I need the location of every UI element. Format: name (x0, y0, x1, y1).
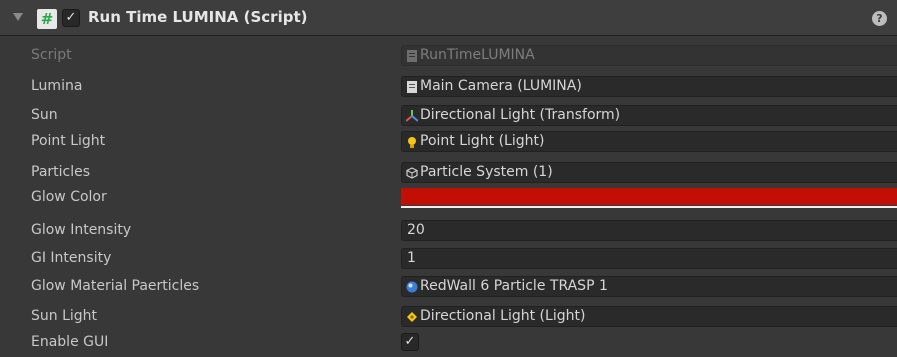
particles-value: Particle System (1) (420, 164, 553, 180)
script-asset-icon (406, 81, 418, 93)
directional-light-icon (406, 311, 418, 323)
field-row-particles: Particles Particle System (1) (0, 162, 897, 184)
glow-intensity-value: 20 (407, 222, 425, 238)
glow-material-value: RedWall 6 Particle TRASP 1 (420, 278, 608, 294)
script-icon: # (37, 9, 57, 29)
field-label-enable-gui: Enable GUI (31, 334, 109, 350)
particle-system-icon (406, 167, 418, 179)
enable-gui-checkbox[interactable]: ✓ (401, 333, 419, 351)
field-row-sun: Sun Directional Light (Transform) (0, 105, 897, 127)
help-icon[interactable]: ? (872, 11, 887, 26)
gi-intensity-value: 1 (407, 250, 416, 266)
particles-object-field[interactable]: Particle System (1) (401, 162, 897, 183)
sun-value: Directional Light (Transform) (420, 107, 621, 123)
point-light-object-field[interactable]: Point Light (Light) (401, 131, 897, 152)
component-enabled-checkbox[interactable]: ✓ (62, 9, 80, 27)
sun-object-field[interactable]: Directional Light (Transform) (401, 105, 897, 126)
lumina-value: Main Camera (LUMINA) (420, 78, 582, 94)
field-row-script: Script RunTimeLUMINA (0, 45, 897, 67)
field-label-sun-light: Sun Light (31, 308, 98, 324)
lumina-object-field[interactable]: Main Camera (LUMINA) (401, 76, 897, 97)
field-row-lumina: Lumina Main Camera (LUMINA) (0, 76, 897, 98)
glow-color-alpha-bar (401, 206, 897, 208)
field-row-glow-intensity: Glow Intensity 20 (0, 220, 897, 242)
component-header[interactable]: # ✓ Run Time LUMINA (Script) ? (0, 0, 897, 36)
script-object-field: RunTimeLUMINA (401, 45, 897, 66)
field-label-particles: Particles (31, 164, 91, 180)
material-sphere-icon (406, 281, 418, 293)
sun-light-object-field[interactable]: Directional Light (Light) (401, 306, 897, 327)
glow-intensity-input[interactable]: 20 (401, 220, 897, 241)
field-label-glow-material: Glow Material Paerticles (31, 278, 200, 294)
point-light-value: Point Light (Light) (420, 133, 545, 149)
glow-color-field[interactable] (401, 187, 897, 209)
sun-light-value: Directional Light (Light) (420, 308, 586, 324)
script-value: RunTimeLUMINA (420, 47, 535, 63)
field-label-glow-intensity: Glow Intensity (31, 222, 132, 238)
field-row-point-light: Point Light Point Light (Light) (0, 131, 897, 153)
field-label-script: Script (31, 47, 72, 63)
script-asset-icon (406, 50, 418, 62)
field-label-gi-intensity: GI Intensity (31, 250, 112, 266)
transform-icon (405, 110, 419, 122)
gi-intensity-input[interactable]: 1 (401, 248, 897, 269)
field-row-sun-light: Sun Light Directional Light (Light) (0, 306, 897, 328)
field-label-lumina: Lumina (31, 78, 83, 94)
field-label-point-light: Point Light (31, 133, 106, 149)
field-row-glow-color: Glow Color (0, 187, 897, 209)
glow-color-swatch (401, 188, 897, 205)
component-title: Run Time LUMINA (Script) (88, 8, 308, 26)
field-label-sun: Sun (31, 107, 58, 123)
field-row-gi-intensity: GI Intensity 1 (0, 248, 897, 270)
field-row-glow-material: Glow Material Paerticles RedWall 6 Parti… (0, 276, 897, 298)
field-label-glow-color: Glow Color (31, 189, 107, 205)
lightbulb-icon (406, 136, 418, 148)
field-row-enable-gui: Enable GUI ✓ (0, 332, 897, 354)
glow-material-object-field[interactable]: RedWall 6 Particle TRASP 1 (401, 276, 897, 297)
foldout-arrow-icon[interactable] (13, 13, 23, 21)
